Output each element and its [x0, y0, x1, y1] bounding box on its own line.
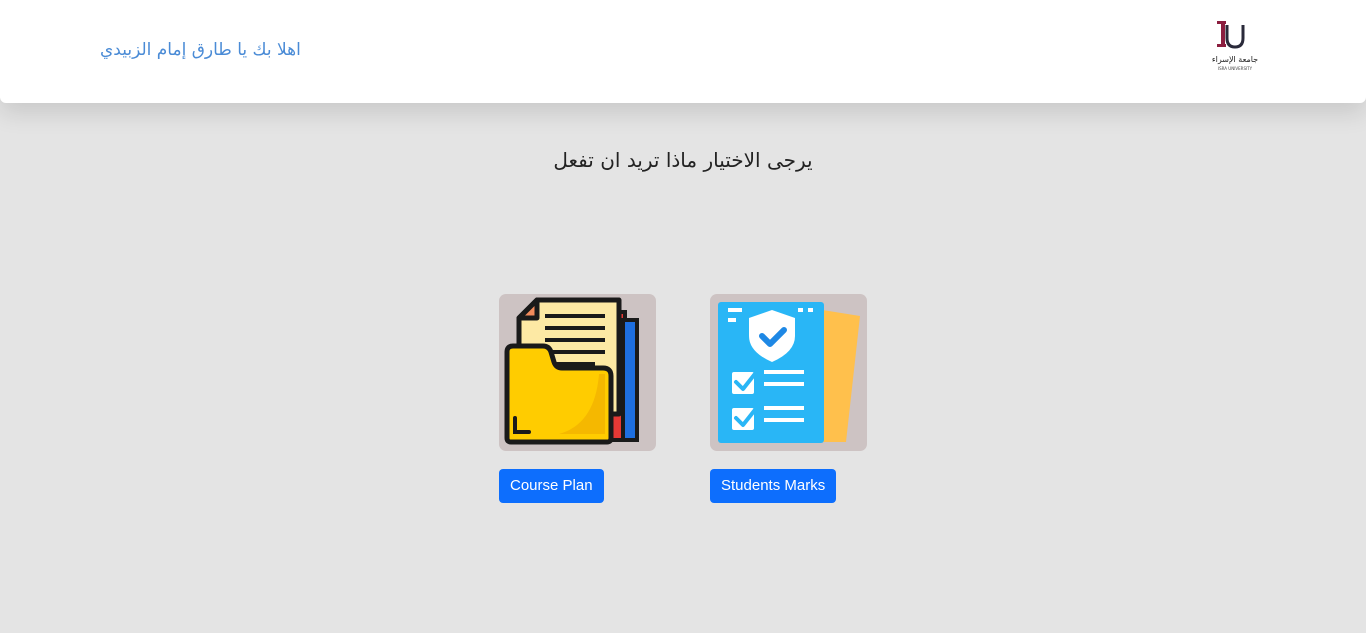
university-logo-icon: جامعة الإسراء ISRA UNIVERSITY	[1204, 14, 1266, 74]
page-prompt: يرجى الاختيار ماذا تريد ان تفعل	[553, 148, 813, 172]
university-logo[interactable]: جامعة الإسراء ISRA UNIVERSITY	[1204, 14, 1266, 74]
course-plan-image[interactable]	[499, 294, 656, 451]
logo-brand-text: جامعة الإسراء	[1212, 55, 1258, 65]
logo-sub-text: ISRA UNIVERSITY	[1218, 66, 1253, 71]
students-marks-button[interactable]: Students Marks	[710, 469, 837, 503]
welcome-text: اهلا بك يا طارق إمام الزبيدي	[100, 40, 301, 60]
top-header: اهلا بك يا طارق إمام الزبيدي جامعة الإسر…	[0, 0, 1366, 103]
checklist-shield-icon	[718, 302, 860, 443]
folder-documents-icon	[504, 297, 639, 445]
students-marks-image[interactable]	[710, 294, 867, 451]
course-plan-button[interactable]: Course Plan	[499, 469, 604, 503]
